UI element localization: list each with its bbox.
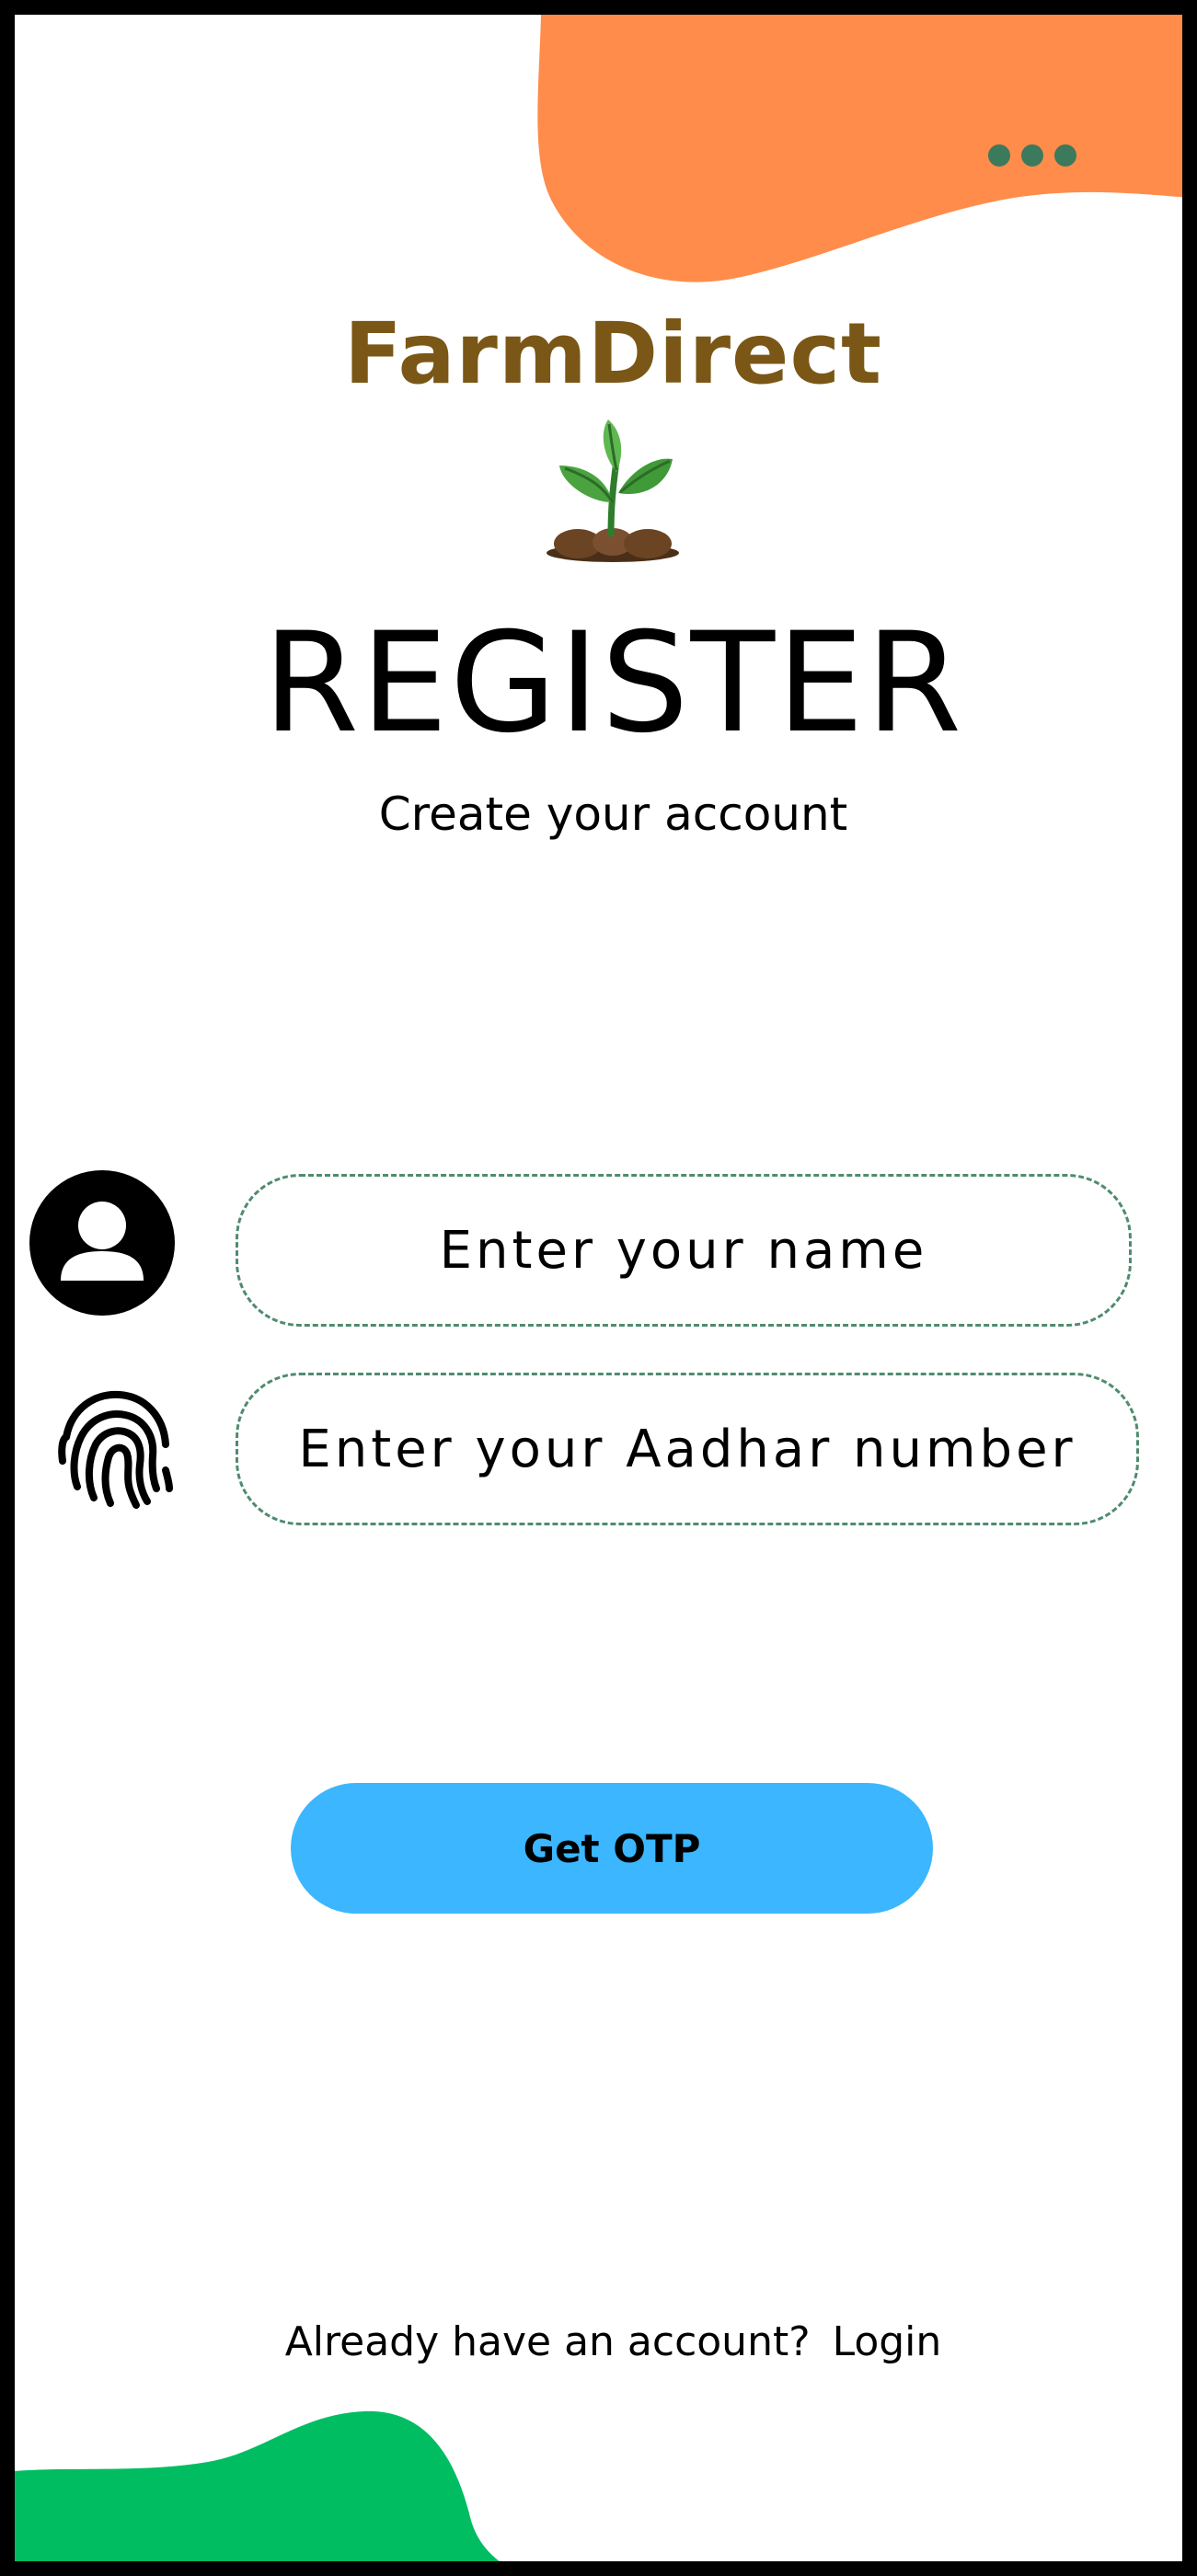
page-subtitle: Create your account <box>378 788 848 841</box>
more-options-icon[interactable] <box>988 137 1089 174</box>
login-prompt-text: Already have an account? <box>284 2318 811 2365</box>
brand-name: FarmDirect <box>344 305 882 403</box>
login-link[interactable]: Login <box>833 2318 942 2365</box>
name-input[interactable] <box>238 1219 1129 1282</box>
login-prompt: Already have an account? Login <box>15 2318 1182 2365</box>
app-screen: FarmDirect REGISTER Create your account <box>0 0 1197 2576</box>
user-avatar-icon <box>29 1170 175 1316</box>
page-title: REGISTER <box>262 604 964 764</box>
aadhar-input[interactable] <box>238 1418 1136 1480</box>
sprout-logo-icon <box>547 420 679 562</box>
menu-dot <box>988 144 1010 167</box>
aadhar-field[interactable] <box>236 1373 1139 1525</box>
fingerprint-icon <box>58 1390 173 1509</box>
menu-dot <box>1021 144 1043 167</box>
get-otp-button[interactable]: Get OTP <box>291 1783 933 1914</box>
name-field[interactable] <box>236 1174 1132 1327</box>
menu-dot <box>1054 144 1076 167</box>
